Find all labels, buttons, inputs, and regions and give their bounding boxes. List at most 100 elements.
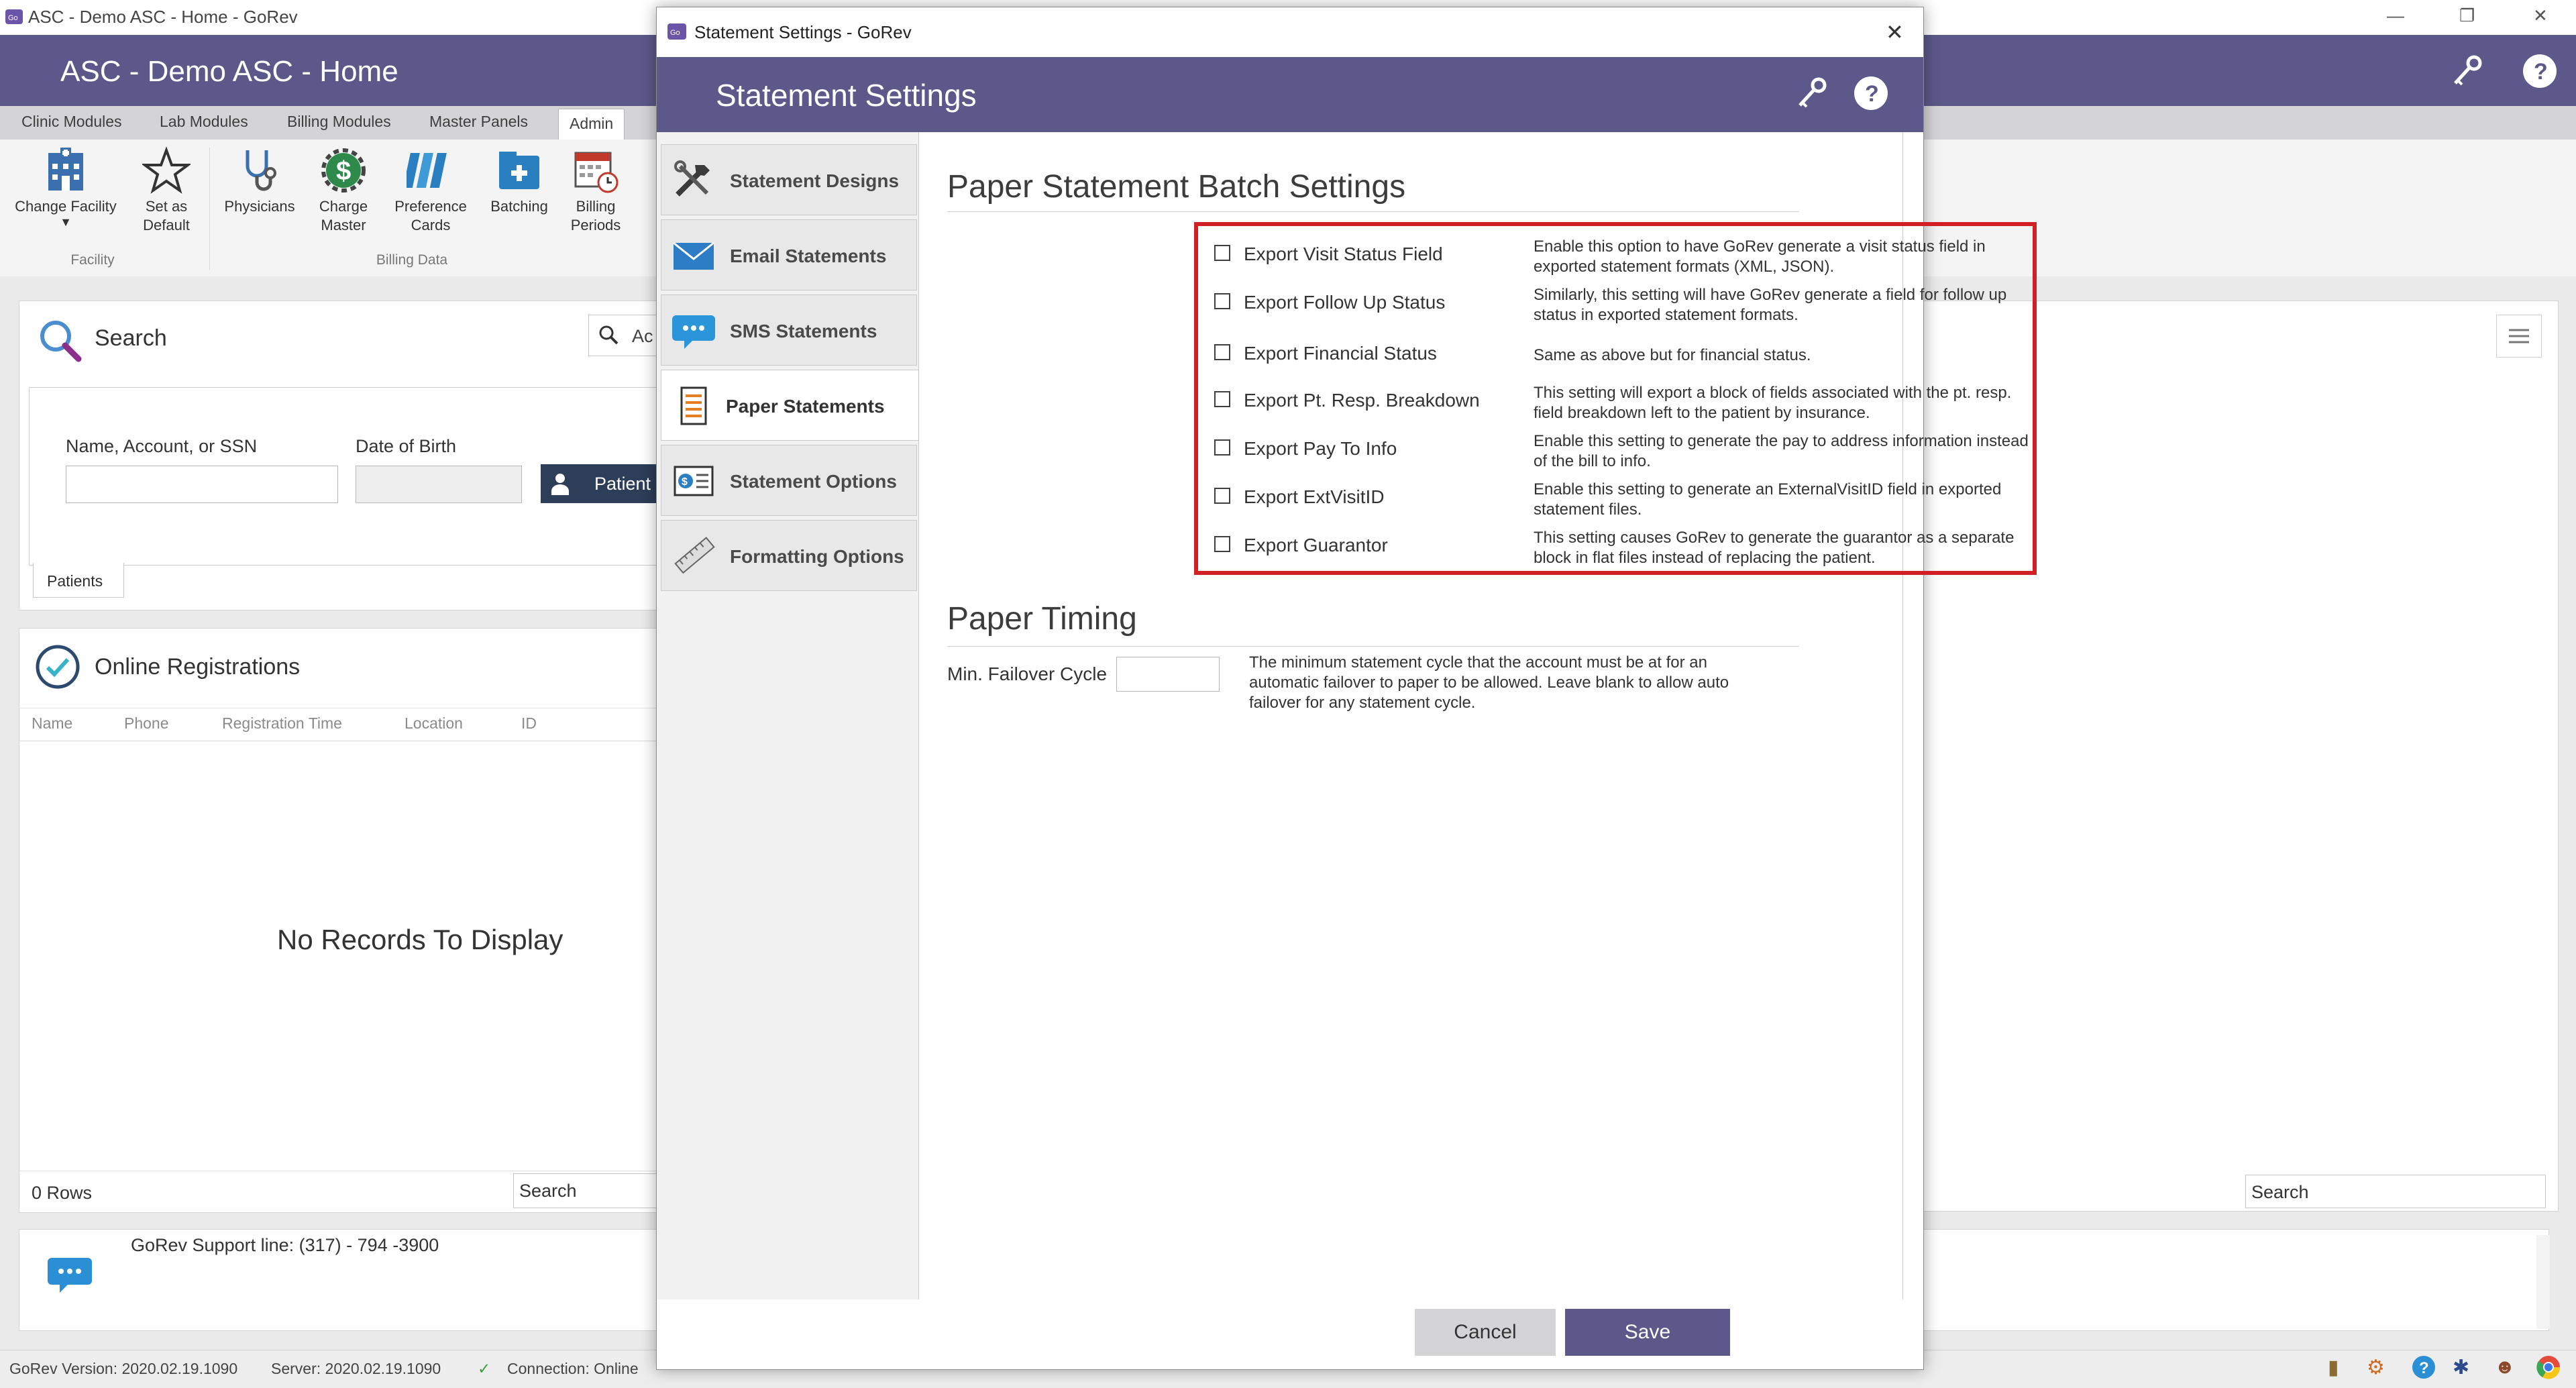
- charge-master-button[interactable]: $ Charge Master: [306, 146, 381, 235]
- name-account-ssn-input[interactable]: [66, 466, 338, 503]
- ruler-icon: [672, 535, 715, 577]
- option-export-follow-up-status: Export Follow Up Status Similarly, this …: [1209, 285, 2027, 332]
- nav-statement-designs[interactable]: Statement Designs: [661, 144, 917, 215]
- scrollbar[interactable]: [2536, 1235, 2550, 1329]
- min-failover-cycle-input[interactable]: [1116, 657, 1220, 692]
- option-description: Same as above but for financial status.: [1534, 346, 1811, 364]
- option-export-guarantor: Export Guarantor This setting causes GoR…: [1209, 528, 2027, 575]
- server-text: Server: 2020.02.19.1090: [271, 1360, 441, 1377]
- export-follow-up-status-checkbox[interactable]: [1214, 293, 1230, 309]
- help-icon[interactable]: ?: [1852, 74, 1890, 112]
- chrome-icon[interactable]: [2536, 1354, 2561, 1380]
- tab-master-panels[interactable]: Master Panels: [429, 113, 528, 131]
- keys-icon[interactable]: [1793, 73, 1833, 113]
- physicians-label: Physicians: [224, 198, 295, 215]
- right-search-input[interactable]: Search: [2245, 1175, 2546, 1208]
- nav-paper-statements[interactable]: Paper Statements: [661, 370, 922, 441]
- app-window-title: ASC - Demo ASC - Home - GoRev: [28, 7, 298, 27]
- billing-periods-label: Billing Periods: [570, 198, 621, 233]
- column-header-id[interactable]: ID: [521, 714, 537, 733]
- set-as-default-button[interactable]: Set as Default: [131, 146, 201, 235]
- change-facility-button[interactable]: Change Facility ▼: [5, 146, 126, 228]
- statement-settings-dialog: Go Statement Settings - GoRev ✕ Statemen…: [656, 7, 2037, 1370]
- magnifier-icon: [597, 323, 620, 346]
- patient-icon: [550, 472, 570, 495]
- batch-settings-title: Paper Statement Batch Settings: [947, 169, 1406, 205]
- patient-button-label: Patient: [594, 474, 651, 494]
- person-icon[interactable]: ☻: [2494, 1356, 2516, 1379]
- online-registrations-panel: Online Registrations Name Phone Registra…: [19, 628, 674, 1213]
- minimize-icon[interactable]: —: [2387, 5, 2404, 26]
- date-of-birth-input[interactable]: [356, 466, 522, 503]
- option-label: Export Pay To Info: [1244, 438, 1397, 459]
- version-text: GoRev Version: 2020.02.19.1090: [9, 1360, 238, 1377]
- tab-admin[interactable]: Admin: [558, 109, 625, 140]
- export-extvisitid-checkbox[interactable]: [1214, 488, 1230, 504]
- tab-clinic-modules[interactable]: Clinic Modules: [21, 113, 122, 131]
- export-financial-status-checkbox[interactable]: [1214, 344, 1230, 360]
- column-header-name[interactable]: Name: [32, 714, 72, 733]
- export-visit-status-checkbox[interactable]: [1214, 245, 1230, 261]
- batching-label: Batching: [490, 198, 548, 215]
- tab-patients[interactable]: Patients: [33, 563, 124, 598]
- nav-email-statements[interactable]: Email Statements: [661, 219, 917, 290]
- chat-bubble-icon: [672, 310, 715, 352]
- preference-cards-button[interactable]: Preference Cards: [384, 146, 478, 235]
- dialog-header: Statement Settings ?: [657, 57, 1923, 132]
- tab-billing-modules[interactable]: Billing Modules: [287, 113, 391, 131]
- restore-icon[interactable]: ❐: [2459, 5, 2475, 26]
- dialog-titlebar: Go Statement Settings - GoRev ✕: [657, 7, 1923, 57]
- nav-sms-statements-label: SMS Statements: [730, 321, 877, 341]
- tab-lab-modules[interactable]: Lab Modules: [160, 113, 248, 131]
- nav-formatting-options[interactable]: Formatting Options: [661, 520, 917, 591]
- cards-icon: [407, 146, 455, 195]
- export-pay-to-info-checkbox[interactable]: [1214, 439, 1230, 456]
- section-divider: [947, 211, 1799, 212]
- column-header-phone[interactable]: Phone: [124, 714, 169, 733]
- export-guarantor-checkbox[interactable]: [1214, 536, 1230, 552]
- paper-timing-title: Paper Timing: [947, 601, 1137, 637]
- billing-periods-button[interactable]: Billing Periods: [561, 146, 631, 235]
- svg-text:?: ?: [2419, 1359, 2429, 1377]
- option-label: Export Guarantor: [1244, 535, 1388, 555]
- option-label: Export Visit Status Field: [1244, 244, 1443, 264]
- online-search-input[interactable]: Search: [513, 1173, 674, 1208]
- calendar-clock-icon: [572, 146, 620, 195]
- nav-statement-designs-label: Statement Designs: [730, 170, 900, 191]
- search-panel: Search Ac Name, Account, or SSN Date of …: [19, 301, 688, 610]
- bug-icon[interactable]: ✱: [2453, 1356, 2469, 1379]
- nav-sms-statements[interactable]: SMS Statements: [661, 295, 917, 366]
- column-header-location[interactable]: Location: [405, 714, 463, 733]
- dialog-close-icon[interactable]: ✕: [1886, 19, 1904, 45]
- charge-master-label: Charge Master: [319, 198, 368, 233]
- option-description: This setting causes GoRev to generate th…: [1534, 529, 2015, 567]
- close-icon[interactable]: ✕: [2533, 5, 2548, 26]
- help-circle-icon[interactable]: ?: [2411, 1354, 2436, 1380]
- physicians-button[interactable]: Physicians: [217, 146, 302, 216]
- min-failover-cycle-label: Min. Failover Cycle: [947, 663, 1108, 684]
- help-icon[interactable]: ?: [2521, 52, 2559, 90]
- dialog-title: Statement Settings: [716, 78, 977, 113]
- stethoscope-icon: [235, 146, 284, 195]
- change-facility-label: Change Facility: [15, 198, 117, 215]
- column-header-registration-time[interactable]: Registration Time: [222, 714, 342, 733]
- cancel-button[interactable]: Cancel: [1415, 1309, 1556, 1356]
- settings-icon[interactable]: ⚙: [2367, 1356, 2385, 1379]
- table-header: [19, 708, 670, 741]
- batching-button[interactable]: Batching: [482, 146, 557, 216]
- option-description: Enable this setting to generate an Exter…: [1534, 480, 2002, 519]
- keys-icon[interactable]: [2449, 51, 2489, 91]
- chevron-down-icon: ▼: [60, 215, 72, 229]
- gorev-logo-icon: Go: [4, 7, 24, 27]
- option-export-financial-status: Export Financial Status Same as above bu…: [1209, 336, 2027, 383]
- ribbon-separator: [209, 148, 210, 270]
- settings-nav: Statement Designs Email Statements SMS S…: [657, 132, 922, 1306]
- svg-text:$: $: [336, 156, 351, 186]
- hamburger-menu-icon[interactable]: [2496, 315, 2542, 358]
- notebook-icon[interactable]: ▮: [2328, 1356, 2339, 1379]
- nav-statement-options[interactable]: $ Statement Options: [661, 445, 917, 516]
- save-button[interactable]: Save: [1565, 1309, 1730, 1356]
- empty-records-text: No Records To Display: [277, 924, 564, 955]
- search-panel-title: Search: [95, 325, 167, 351]
- export-pt-resp-breakdown-checkbox[interactable]: [1214, 391, 1230, 407]
